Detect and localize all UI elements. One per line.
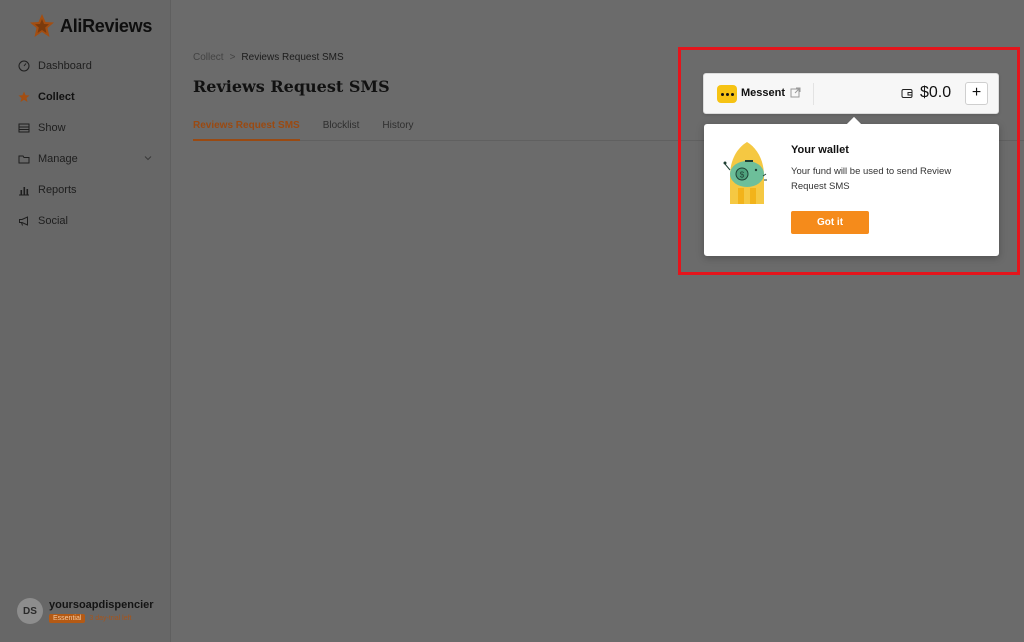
breadcrumb-parent[interactable]: Collect xyxy=(193,52,224,63)
folder-icon xyxy=(18,153,30,165)
user-profile[interactable]: DS yoursoapdispencier Essential 3 day-tr… xyxy=(17,598,154,624)
chevron-down-icon[interactable] xyxy=(143,153,153,163)
trial-status: 3 day-trial left xyxy=(89,615,132,622)
sidebar-item-label: Social xyxy=(38,214,68,227)
sidebar-item-dashboard[interactable]: Dashboard xyxy=(0,50,171,81)
app-logo[interactable]: AliReviews xyxy=(28,12,152,40)
megaphone-icon xyxy=(18,215,30,227)
sidebar: AliReviews Dashboard Collect Show Manage xyxy=(0,0,171,642)
breadcrumb-current: Reviews Request SMS xyxy=(241,52,344,63)
breadcrumb: Collect > Reviews Request SMS xyxy=(193,52,344,63)
breadcrumb-separator: > xyxy=(229,52,236,63)
dashboard-icon xyxy=(18,60,30,72)
sidebar-nav: Dashboard Collect Show Manage Reports So… xyxy=(0,50,171,236)
tab-reviews-request-sms[interactable]: Reviews Request SMS xyxy=(193,118,300,141)
sidebar-item-label: Collect xyxy=(38,90,75,103)
sidebar-item-label: Reports xyxy=(38,183,77,196)
sidebar-item-label: Show xyxy=(38,121,66,134)
avatar: DS xyxy=(17,598,43,624)
highlight-box xyxy=(678,47,1020,275)
sidebar-item-social[interactable]: Social xyxy=(0,205,171,236)
star-icon xyxy=(18,91,30,103)
show-icon xyxy=(18,122,30,134)
brand-name: AliReviews xyxy=(60,15,153,36)
sidebar-item-label: Dashboard xyxy=(38,59,92,72)
sidebar-item-collect[interactable]: Collect xyxy=(0,81,171,112)
tab-blocklist[interactable]: Blocklist xyxy=(323,118,360,141)
sidebar-item-show[interactable]: Show xyxy=(0,112,171,143)
user-name: yoursoapdispencier xyxy=(49,599,154,611)
page-title: Reviews Request SMS xyxy=(193,77,390,96)
logo-star-icon xyxy=(30,14,54,37)
sidebar-item-reports[interactable]: Reports xyxy=(0,174,171,205)
sidebar-item-label: Manage xyxy=(38,152,78,165)
chart-icon xyxy=(18,184,30,196)
tab-history[interactable]: History xyxy=(382,118,413,141)
plan-badge: Essential xyxy=(49,614,86,623)
sidebar-item-manage[interactable]: Manage xyxy=(0,143,171,174)
